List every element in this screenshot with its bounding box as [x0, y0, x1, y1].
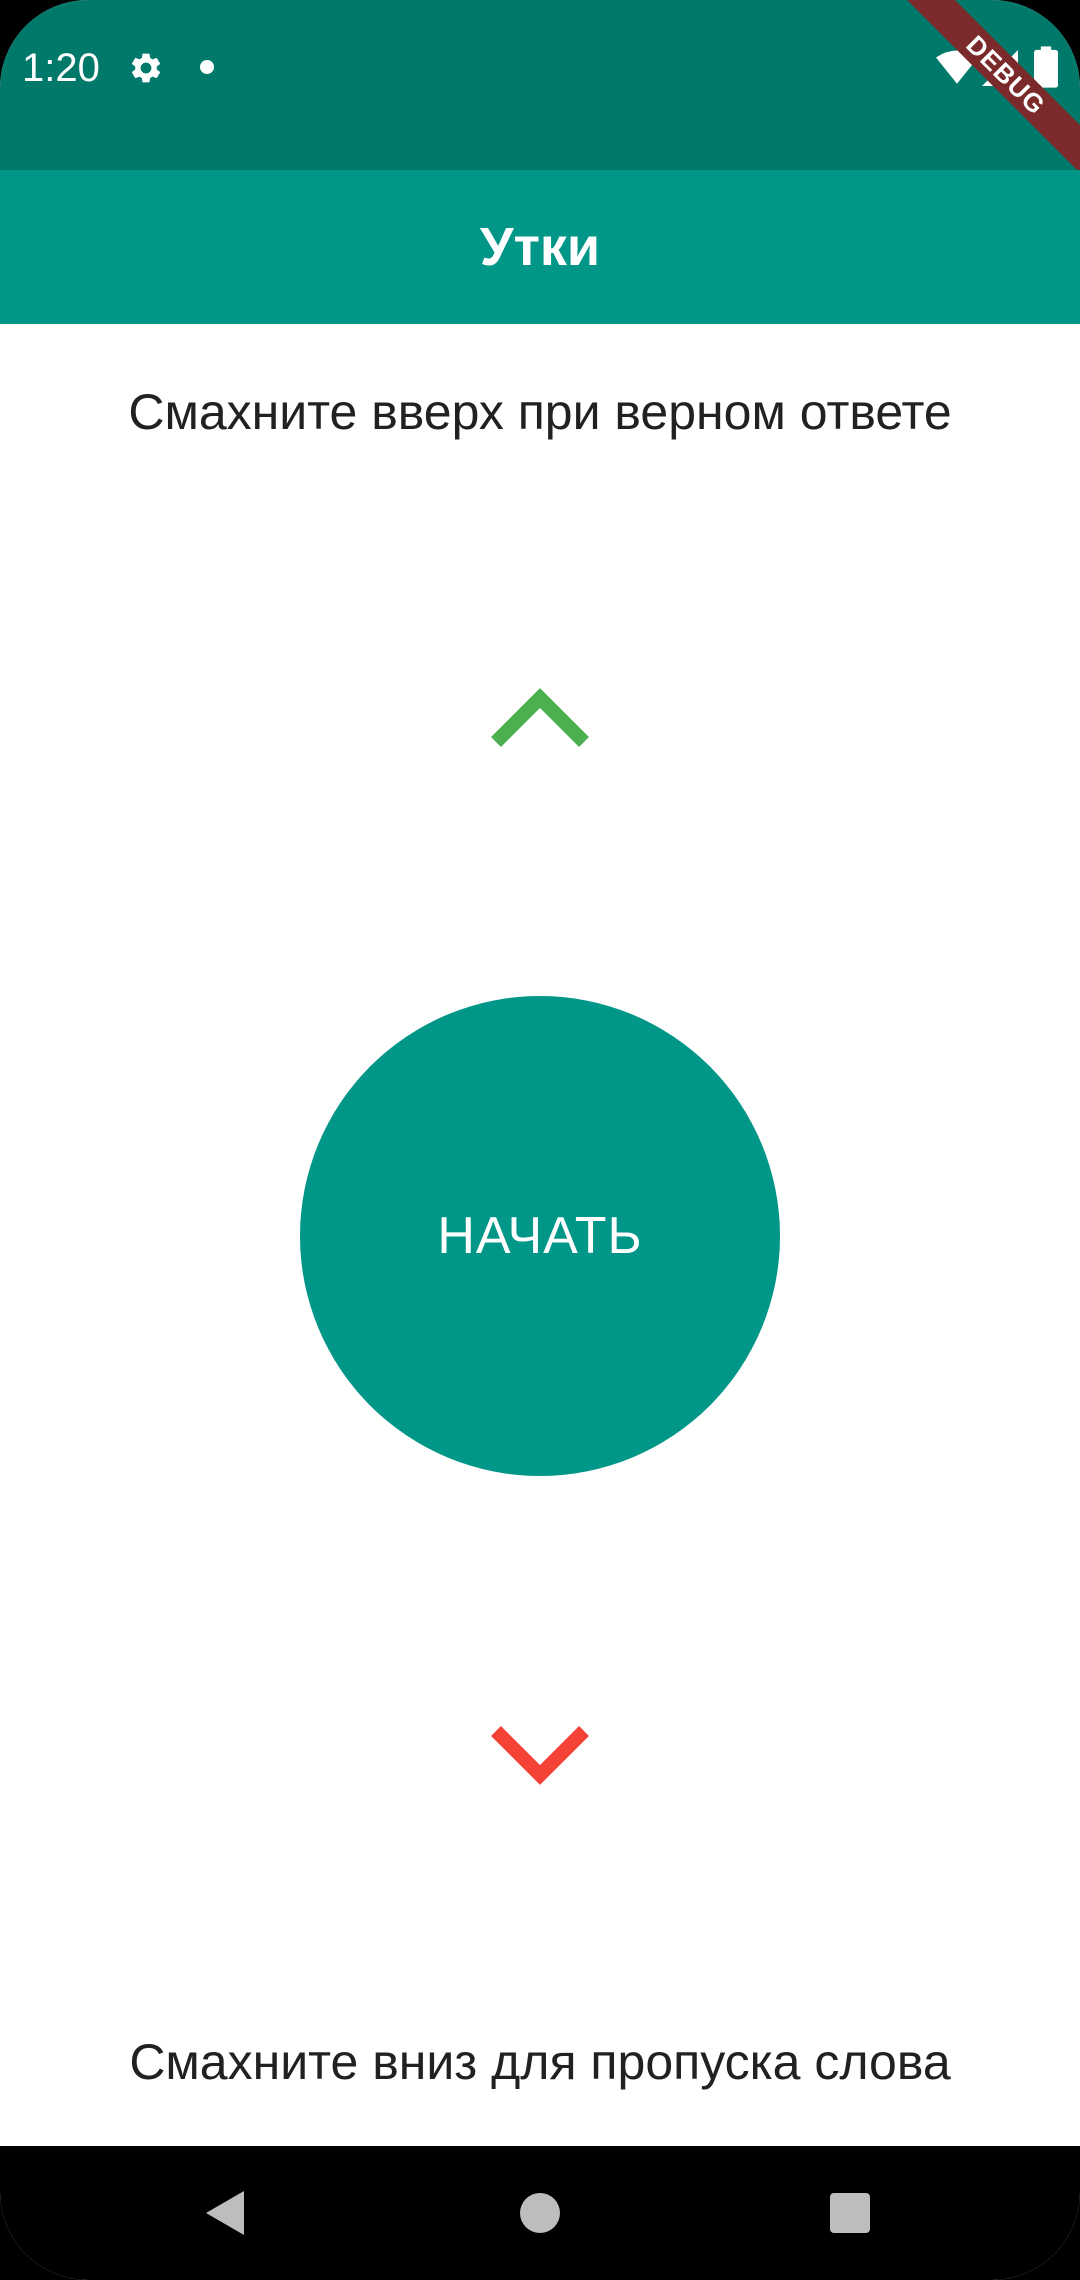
- notification-dot-icon: [200, 60, 214, 74]
- gear-icon: [131, 53, 161, 83]
- back-icon: [206, 2191, 244, 2235]
- status-time: 1:20: [22, 46, 100, 90]
- recents-button[interactable]: [770, 2146, 930, 2280]
- swipe-down-hint: Смахните вниз для пропуска слова: [129, 2034, 951, 2090]
- chevron-up-icon: [491, 688, 589, 747]
- recents-icon: [830, 2193, 870, 2233]
- chevron-down-icon: [491, 1726, 589, 1785]
- start-button[interactable]: НАЧАТЬ: [300, 996, 780, 1476]
- navigation-bar: [0, 2146, 1080, 2280]
- home-icon: [520, 2193, 560, 2233]
- swipe-up-hint: Смахните вверх при верном ответе: [128, 384, 952, 440]
- status-bar: 1:20 DEBUG: [0, 0, 1080, 208]
- back-button[interactable]: [146, 2146, 306, 2280]
- phone-screen: 1:20 DEBUG Утки Смахните вверх при верно…: [0, 0, 1080, 2280]
- home-button[interactable]: [460, 2146, 620, 2280]
- app-title: Утки: [479, 217, 601, 277]
- app-bar: Утки: [0, 170, 1080, 324]
